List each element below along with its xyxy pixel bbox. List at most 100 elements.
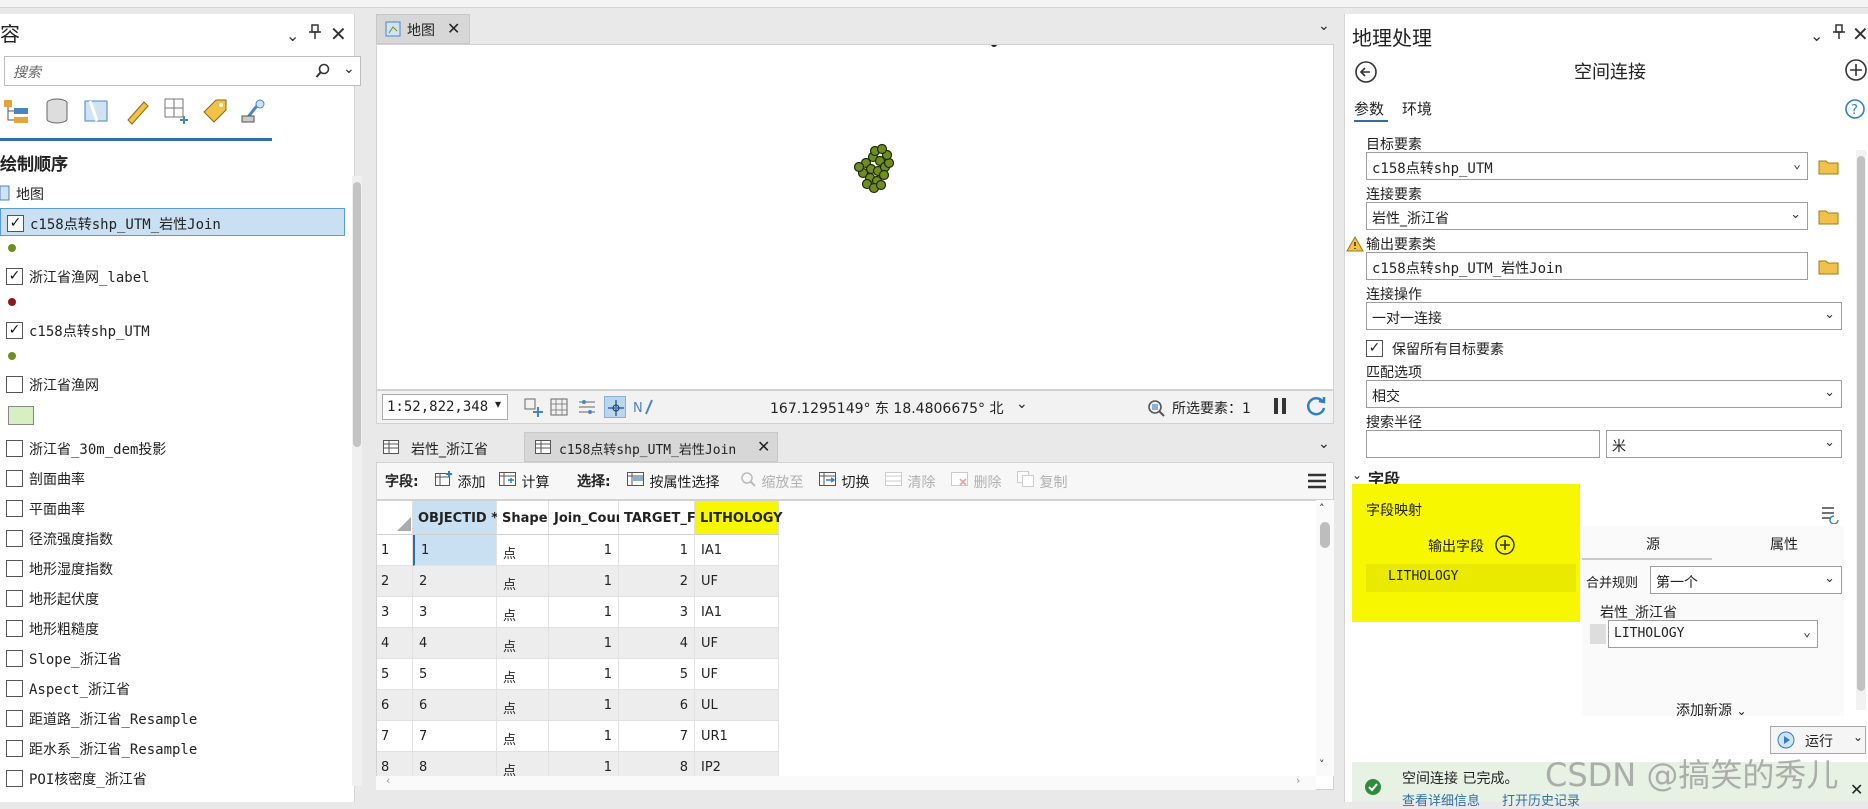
table-cell[interactable]: 3	[619, 597, 695, 628]
fixed-zoom-icon[interactable]	[522, 396, 544, 418]
column-header[interactable]: OBJECTID *	[413, 501, 498, 535]
add-new-source-button[interactable]: 添加新源 ⌄	[1676, 700, 1747, 720]
table-cell[interactable]: 5	[619, 659, 695, 690]
scrollbar-thumb[interactable]	[353, 182, 361, 447]
column-header-highlighted[interactable]: LITHOLOGY	[695, 501, 783, 535]
zoom-to-button[interactable]: 缩放至	[739, 471, 803, 492]
row-number[interactable]: 7	[377, 721, 413, 752]
help-icon[interactable]: ?	[1844, 98, 1866, 124]
layer-checkbox[interactable]	[6, 710, 23, 727]
tab-parameters[interactable]: 参数	[1354, 98, 1384, 119]
table-cell[interactable]: UF	[695, 566, 779, 597]
switch-selection-button[interactable]: 切换	[819, 471, 869, 492]
table-cell[interactable]: 6	[619, 690, 695, 721]
layer-row[interactable]: ✓ 浙江省渔网_label	[0, 262, 345, 290]
table-cell[interactable]: 2	[619, 566, 695, 597]
close-icon[interactable]: ✕	[1850, 780, 1863, 799]
snapping-icon[interactable]	[576, 396, 598, 418]
table-cell[interactable]: 4	[413, 628, 497, 659]
layer-checkbox[interactable]	[6, 470, 23, 487]
table-cell[interactable]: UF	[695, 659, 779, 690]
row-number[interactable]: 4	[377, 628, 413, 659]
table-cell[interactable]: 1	[549, 535, 619, 566]
table-cell[interactable]: 点	[497, 690, 549, 721]
scroll-left-icon[interactable]: ‹	[386, 774, 390, 787]
keep-all-targets-checkbox-row[interactable]: ✓ 保留所有目标要素	[1366, 338, 1626, 362]
row-number[interactable]: 5	[377, 659, 413, 690]
table-cell[interactable]: IA1	[695, 535, 779, 566]
keep-all-checkbox[interactable]: ✓	[1366, 340, 1383, 357]
layer-checkbox[interactable]	[6, 500, 23, 517]
table-cell[interactable]: 7	[619, 721, 695, 752]
merge-rule-dropdown[interactable]: 第一个 ⌄	[1650, 566, 1842, 594]
column-header[interactable]: Shape *	[497, 501, 559, 535]
layer-checkbox[interactable]	[6, 620, 23, 637]
pin-icon[interactable]	[308, 24, 322, 44]
copy-selection-button[interactable]: 复制	[1017, 471, 1067, 492]
source-field-dropdown[interactable]: LITHOLOGY ⌄	[1608, 620, 1818, 648]
draw-order-list-icon[interactable]	[2, 96, 34, 130]
output-field-item[interactable]: LITHOLOGY	[1366, 564, 1576, 592]
field-map-options-icon[interactable]	[1820, 504, 1840, 528]
layer-row[interactable]: 距道路_浙江省_Resample	[0, 704, 345, 732]
search-radius-unit-dropdown[interactable]: 米 ⌄	[1606, 430, 1842, 458]
search-radius-input[interactable]	[1366, 430, 1600, 458]
close-icon[interactable]: ✕	[330, 22, 347, 46]
add-field-button[interactable]: 添加	[435, 471, 485, 492]
table-cell[interactable]: 点	[497, 566, 549, 597]
chart-tool-icon[interactable]	[238, 96, 270, 130]
tab-properties[interactable]: 属性	[1770, 534, 1798, 554]
row-number[interactable]: 6	[377, 690, 413, 721]
delete-selection-button[interactable]: 删除	[951, 471, 1001, 492]
details-link[interactable]: 查看详细信息	[1402, 790, 1480, 809]
table-cell[interactable]: 点	[497, 721, 549, 752]
north-arrow-icon[interactable]: N	[632, 396, 654, 418]
search-input[interactable]: 搜索 ⌄	[4, 56, 361, 86]
chevron-down-icon[interactable]: ⌄	[1318, 436, 1330, 452]
tab-environments[interactable]: 环境	[1402, 98, 1432, 119]
folder-icon[interactable]	[1818, 158, 1840, 176]
chevron-down-icon[interactable]: ⌄	[1318, 18, 1330, 34]
layer-row[interactable]: 径流强度指数	[0, 524, 345, 552]
layer-checkbox[interactable]	[6, 740, 23, 757]
row-number[interactable]: 3	[377, 597, 413, 628]
table-cell[interactable]: 1	[549, 597, 619, 628]
output-feature-class-input[interactable]: c158点转shp_UTM_岩性Join	[1366, 252, 1808, 280]
table-cell[interactable]: 4	[619, 628, 695, 659]
scale-dropdown[interactable]: 1:52,822,348 ▾	[382, 394, 508, 420]
close-icon[interactable]: ✕	[757, 437, 770, 456]
layer-row[interactable]: 剖面曲率	[0, 464, 345, 492]
layer-row[interactable]: POI核密度_浙江省	[0, 764, 345, 792]
table-cell[interactable]: UR1	[695, 721, 779, 752]
collapse-chevron-icon[interactable]: ⌄	[1352, 468, 1362, 482]
layer-checkbox[interactable]	[6, 376, 23, 393]
add-field-plus-icon[interactable]	[1494, 534, 1516, 560]
layer-checkbox[interactable]	[6, 650, 23, 667]
pause-icon[interactable]	[1272, 396, 1288, 420]
table-cell[interactable]: 1	[549, 721, 619, 752]
layer-row[interactable]: 浙江省渔网	[0, 370, 345, 398]
row-number[interactable]: 2	[377, 566, 413, 597]
table-menu-icon[interactable]	[1307, 473, 1327, 493]
layer-row[interactable]: 浙江省_30m_dem投影	[0, 434, 345, 462]
chevron-down-icon[interactable]: ⌄	[1810, 26, 1823, 45]
tab-table-lithology[interactable]: 岩性_浙江省	[376, 432, 518, 462]
database-icon[interactable]	[42, 96, 74, 130]
table-cell[interactable]: 1	[549, 566, 619, 597]
layer-row[interactable]: 地形湿度指数	[0, 554, 345, 582]
table-cell[interactable]: 点	[497, 659, 549, 690]
search-icon[interactable]	[315, 63, 331, 83]
table-cell[interactable]: 3	[413, 597, 497, 628]
map-node[interactable]: 地图	[0, 182, 345, 206]
layer-checkbox[interactable]	[6, 530, 23, 547]
table-cell[interactable]: 1	[413, 535, 497, 566]
scroll-up-icon[interactable]: ˄	[1319, 502, 1325, 515]
pencil-edit-icon[interactable]	[122, 96, 154, 130]
layer-row[interactable]: 平面曲率	[0, 494, 345, 522]
layer-checkbox[interactable]	[6, 590, 23, 607]
target-features-dropdown[interactable]: c158点转shp_UTM ⌄	[1366, 152, 1808, 180]
join-operation-dropdown[interactable]: 一对一连接 ⌄	[1366, 302, 1842, 330]
table-cell[interactable]: UF	[695, 628, 779, 659]
scrollbar-thumb[interactable]	[1857, 156, 1865, 691]
chevron-down-icon[interactable]: ⌄	[1016, 396, 1028, 412]
